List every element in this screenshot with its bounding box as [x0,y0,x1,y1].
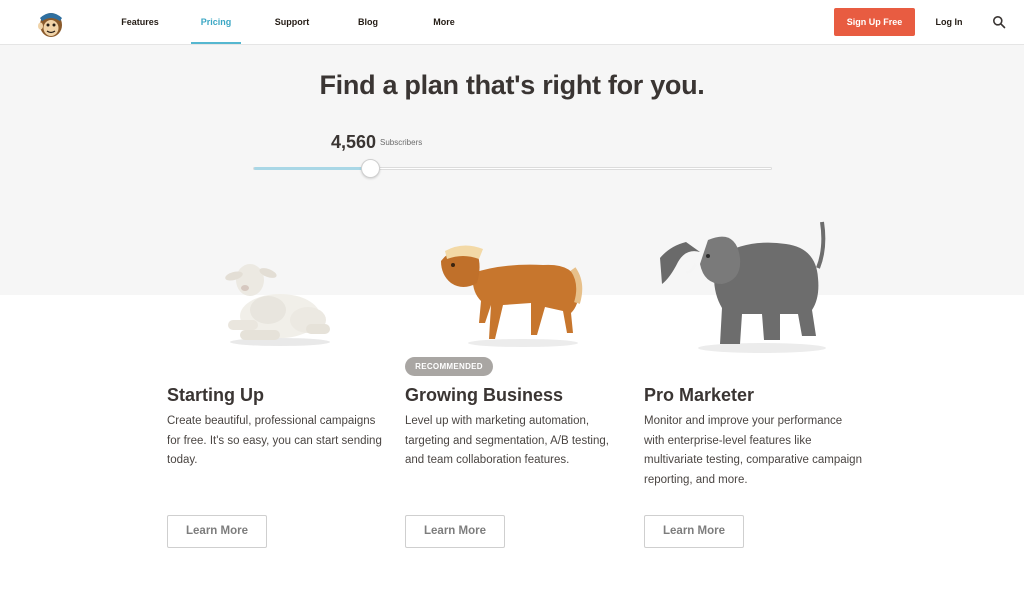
learn-more-pro-marketer-button[interactable]: Learn More [644,515,744,548]
recommended-badge: RECOMMENDED [405,357,493,376]
nav-pricing[interactable]: Pricing [191,0,241,44]
plan-title-pro-marketer: Pro Marketer [644,385,755,405]
horse-figurine [441,245,583,347]
subscriber-slider[interactable] [253,159,772,178]
learn-more-growing-business-button[interactable]: Learn More [405,515,505,548]
nav-more[interactable]: More [428,0,460,44]
search-icon[interactable] [992,15,1006,29]
nav-blog[interactable]: Blog [352,0,384,44]
plan-description-starting-up: Create beautiful, professional campaigns… [167,415,382,466]
elephant-figurine [660,221,826,353]
nav-features[interactable]: Features [116,0,164,44]
slider-fill [254,167,371,170]
plan-description-growing-business: Level up with marketing automation, targ… [405,415,609,466]
page-title: Find a plan that's right for you. [319,70,705,100]
nav-support[interactable]: Support [270,0,314,44]
plan-title-growing-business: Growing Business [405,385,564,405]
plan-description-pro-marketer: Monitor and improve your performance wit… [644,415,862,486]
lamb-figurine [225,264,330,346]
top-navigation: Features Pricing Support Blog More Sign … [0,0,1024,45]
learn-more-starting-up-button[interactable]: Learn More [167,515,267,548]
subscriber-count: 4,560 [331,132,377,152]
plan-title-starting-up: Starting Up [167,385,264,405]
freddie-logo[interactable] [37,8,65,38]
sign-up-button[interactable]: Sign Up Free [834,8,915,36]
subscriber-label: Subscribers [380,138,423,147]
log-in-link[interactable]: Log In [928,0,970,44]
